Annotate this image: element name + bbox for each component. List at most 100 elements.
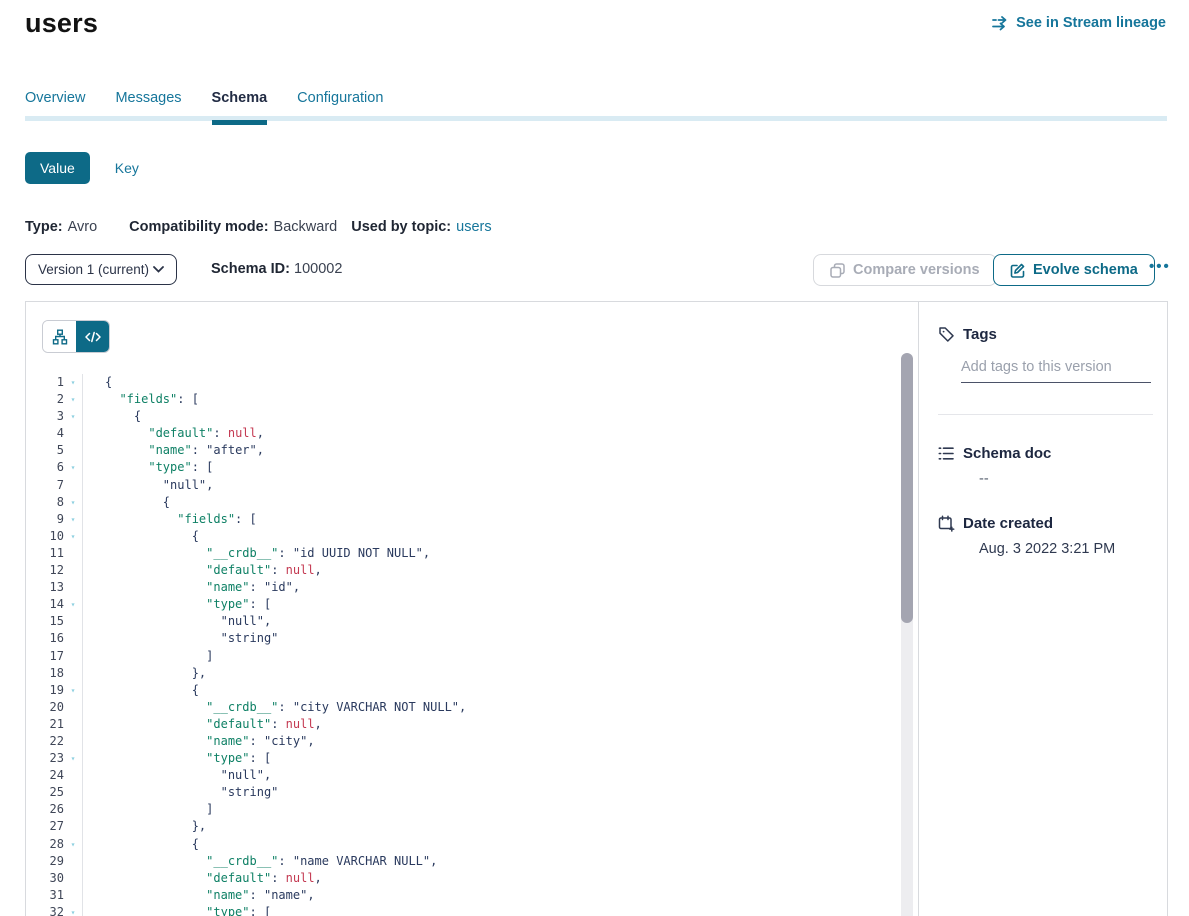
edit-icon xyxy=(1010,263,1025,278)
code-line: 23▾ "type": [ xyxy=(26,750,918,767)
tree-view-button[interactable] xyxy=(43,321,76,352)
line-number: 26 xyxy=(26,801,64,818)
code-view-button[interactable] xyxy=(76,321,109,352)
fold-gutter xyxy=(64,801,83,818)
code-line: 7 "null", xyxy=(26,477,918,494)
evolve-schema-button[interactable]: Evolve schema xyxy=(993,254,1155,286)
fold-toggle-icon[interactable]: ▾ xyxy=(64,374,83,391)
type-value: Avro xyxy=(68,219,98,235)
schema-code-editor[interactable]: 1▾{2▾ "fields": [3▾ {4 "default": null,5… xyxy=(26,353,918,916)
chevron-down-icon xyxy=(153,266,164,273)
compare-versions-button[interactable]: Compare versions xyxy=(813,254,997,286)
line-number: 8 xyxy=(26,494,64,511)
tags-section-heading: Tags xyxy=(938,326,1167,343)
code-line: 6▾ "type": [ xyxy=(26,459,918,476)
stream-lineage-link[interactable]: See in Stream lineage xyxy=(991,15,1166,31)
fold-toggle-icon[interactable]: ▾ xyxy=(64,511,83,528)
more-actions-button[interactable]: ••• xyxy=(1149,258,1171,275)
line-number: 29 xyxy=(26,853,64,870)
key-toggle-button[interactable]: Key xyxy=(115,160,139,176)
code-line: 25 "string" xyxy=(26,784,918,801)
fold-toggle-icon[interactable]: ▾ xyxy=(64,836,83,853)
line-number: 5 xyxy=(26,442,64,459)
date-created-value: Aug. 3 2022 3:21 PM xyxy=(979,541,1167,557)
fold-gutter xyxy=(64,818,83,835)
line-number: 27 xyxy=(26,818,64,835)
code-line: 30 "default": null, xyxy=(26,870,918,887)
code-view-icon xyxy=(85,330,101,344)
page-title: users xyxy=(25,8,98,39)
code-line: 16 "string" xyxy=(26,630,918,647)
fold-gutter xyxy=(64,562,83,579)
code-line: 31 "name": "name", xyxy=(26,887,918,904)
value-toggle-button[interactable]: Value xyxy=(25,152,90,184)
line-number: 4 xyxy=(26,425,64,442)
code-line: 29 "__crdb__": "name VARCHAR NULL", xyxy=(26,853,918,870)
calendar-plus-icon xyxy=(938,515,955,532)
code-line: 14▾ "type": [ xyxy=(26,596,918,613)
line-number: 32 xyxy=(26,904,64,916)
line-number: 9 xyxy=(26,511,64,528)
line-number: 31 xyxy=(26,887,64,904)
fold-toggle-icon[interactable]: ▾ xyxy=(64,408,83,425)
add-tags-input[interactable] xyxy=(961,359,1151,383)
stream-lineage-icon xyxy=(991,15,1009,31)
line-number: 14 xyxy=(26,596,64,613)
schema-doc-heading: Schema doc xyxy=(938,445,1167,462)
code-line: 15 "null", xyxy=(26,613,918,630)
line-number: 19 xyxy=(26,682,64,699)
tag-icon xyxy=(938,326,955,343)
code-line: 20 "__crdb__": "city VARCHAR NOT NULL", xyxy=(26,699,918,716)
list-icon xyxy=(938,446,955,461)
fold-gutter xyxy=(64,887,83,904)
compat-value: Backward xyxy=(274,219,338,235)
schema-card: 1▾{2▾ "fields": [3▾ {4 "default": null,5… xyxy=(25,301,1168,916)
line-number: 23 xyxy=(26,750,64,767)
code-line: 5 "name": "after", xyxy=(26,442,918,459)
fold-gutter xyxy=(64,733,83,750)
fold-toggle-icon[interactable]: ▾ xyxy=(64,682,83,699)
code-line: 17 ] xyxy=(26,648,918,665)
fold-toggle-icon[interactable]: ▾ xyxy=(64,528,83,545)
tab-underline-track xyxy=(25,116,1167,121)
fold-gutter xyxy=(64,477,83,494)
code-line: 32▾ "type": [ xyxy=(26,904,918,916)
version-select[interactable]: Version 1 (current) xyxy=(25,254,177,285)
code-line: 3▾ { xyxy=(26,408,918,425)
line-number: 22 xyxy=(26,733,64,750)
schema-meta-row: Type: Avro Compatibility mode: Backward … xyxy=(25,219,492,235)
code-line: 18 }, xyxy=(26,665,918,682)
code-line: 4 "default": null, xyxy=(26,425,918,442)
line-number: 28 xyxy=(26,836,64,853)
code-line: 9▾ "fields": [ xyxy=(26,511,918,528)
topic-link[interactable]: users xyxy=(456,219,491,235)
line-number: 15 xyxy=(26,613,64,630)
line-number: 6 xyxy=(26,459,64,476)
fold-toggle-icon[interactable]: ▾ xyxy=(64,459,83,476)
line-number: 30 xyxy=(26,870,64,887)
fold-gutter xyxy=(64,442,83,459)
compare-icon xyxy=(830,263,845,278)
code-line: 10▾ { xyxy=(26,528,918,545)
fold-toggle-icon[interactable]: ▾ xyxy=(64,750,83,767)
line-number: 10 xyxy=(26,528,64,545)
fold-toggle-icon[interactable]: ▾ xyxy=(64,596,83,613)
schema-id: Schema ID: 100002 xyxy=(211,261,342,277)
line-number: 25 xyxy=(26,784,64,801)
fold-toggle-icon[interactable]: ▾ xyxy=(64,494,83,511)
sidebar-divider xyxy=(938,414,1153,415)
fold-gutter xyxy=(64,665,83,682)
fold-gutter xyxy=(64,579,83,596)
editor-scrollbar-track[interactable] xyxy=(901,353,913,916)
fold-toggle-icon[interactable]: ▾ xyxy=(64,904,83,916)
fold-gutter xyxy=(64,853,83,870)
line-number: 13 xyxy=(26,579,64,596)
editor-scrollbar-thumb[interactable] xyxy=(901,353,913,623)
code-line: 21 "default": null, xyxy=(26,716,918,733)
code-line: 8▾ { xyxy=(26,494,918,511)
code-line: 11 "__crdb__": "id UUID NOT NULL", xyxy=(26,545,918,562)
line-number: 21 xyxy=(26,716,64,733)
line-number: 17 xyxy=(26,648,64,665)
code-line: 19▾ { xyxy=(26,682,918,699)
fold-toggle-icon[interactable]: ▾ xyxy=(64,391,83,408)
